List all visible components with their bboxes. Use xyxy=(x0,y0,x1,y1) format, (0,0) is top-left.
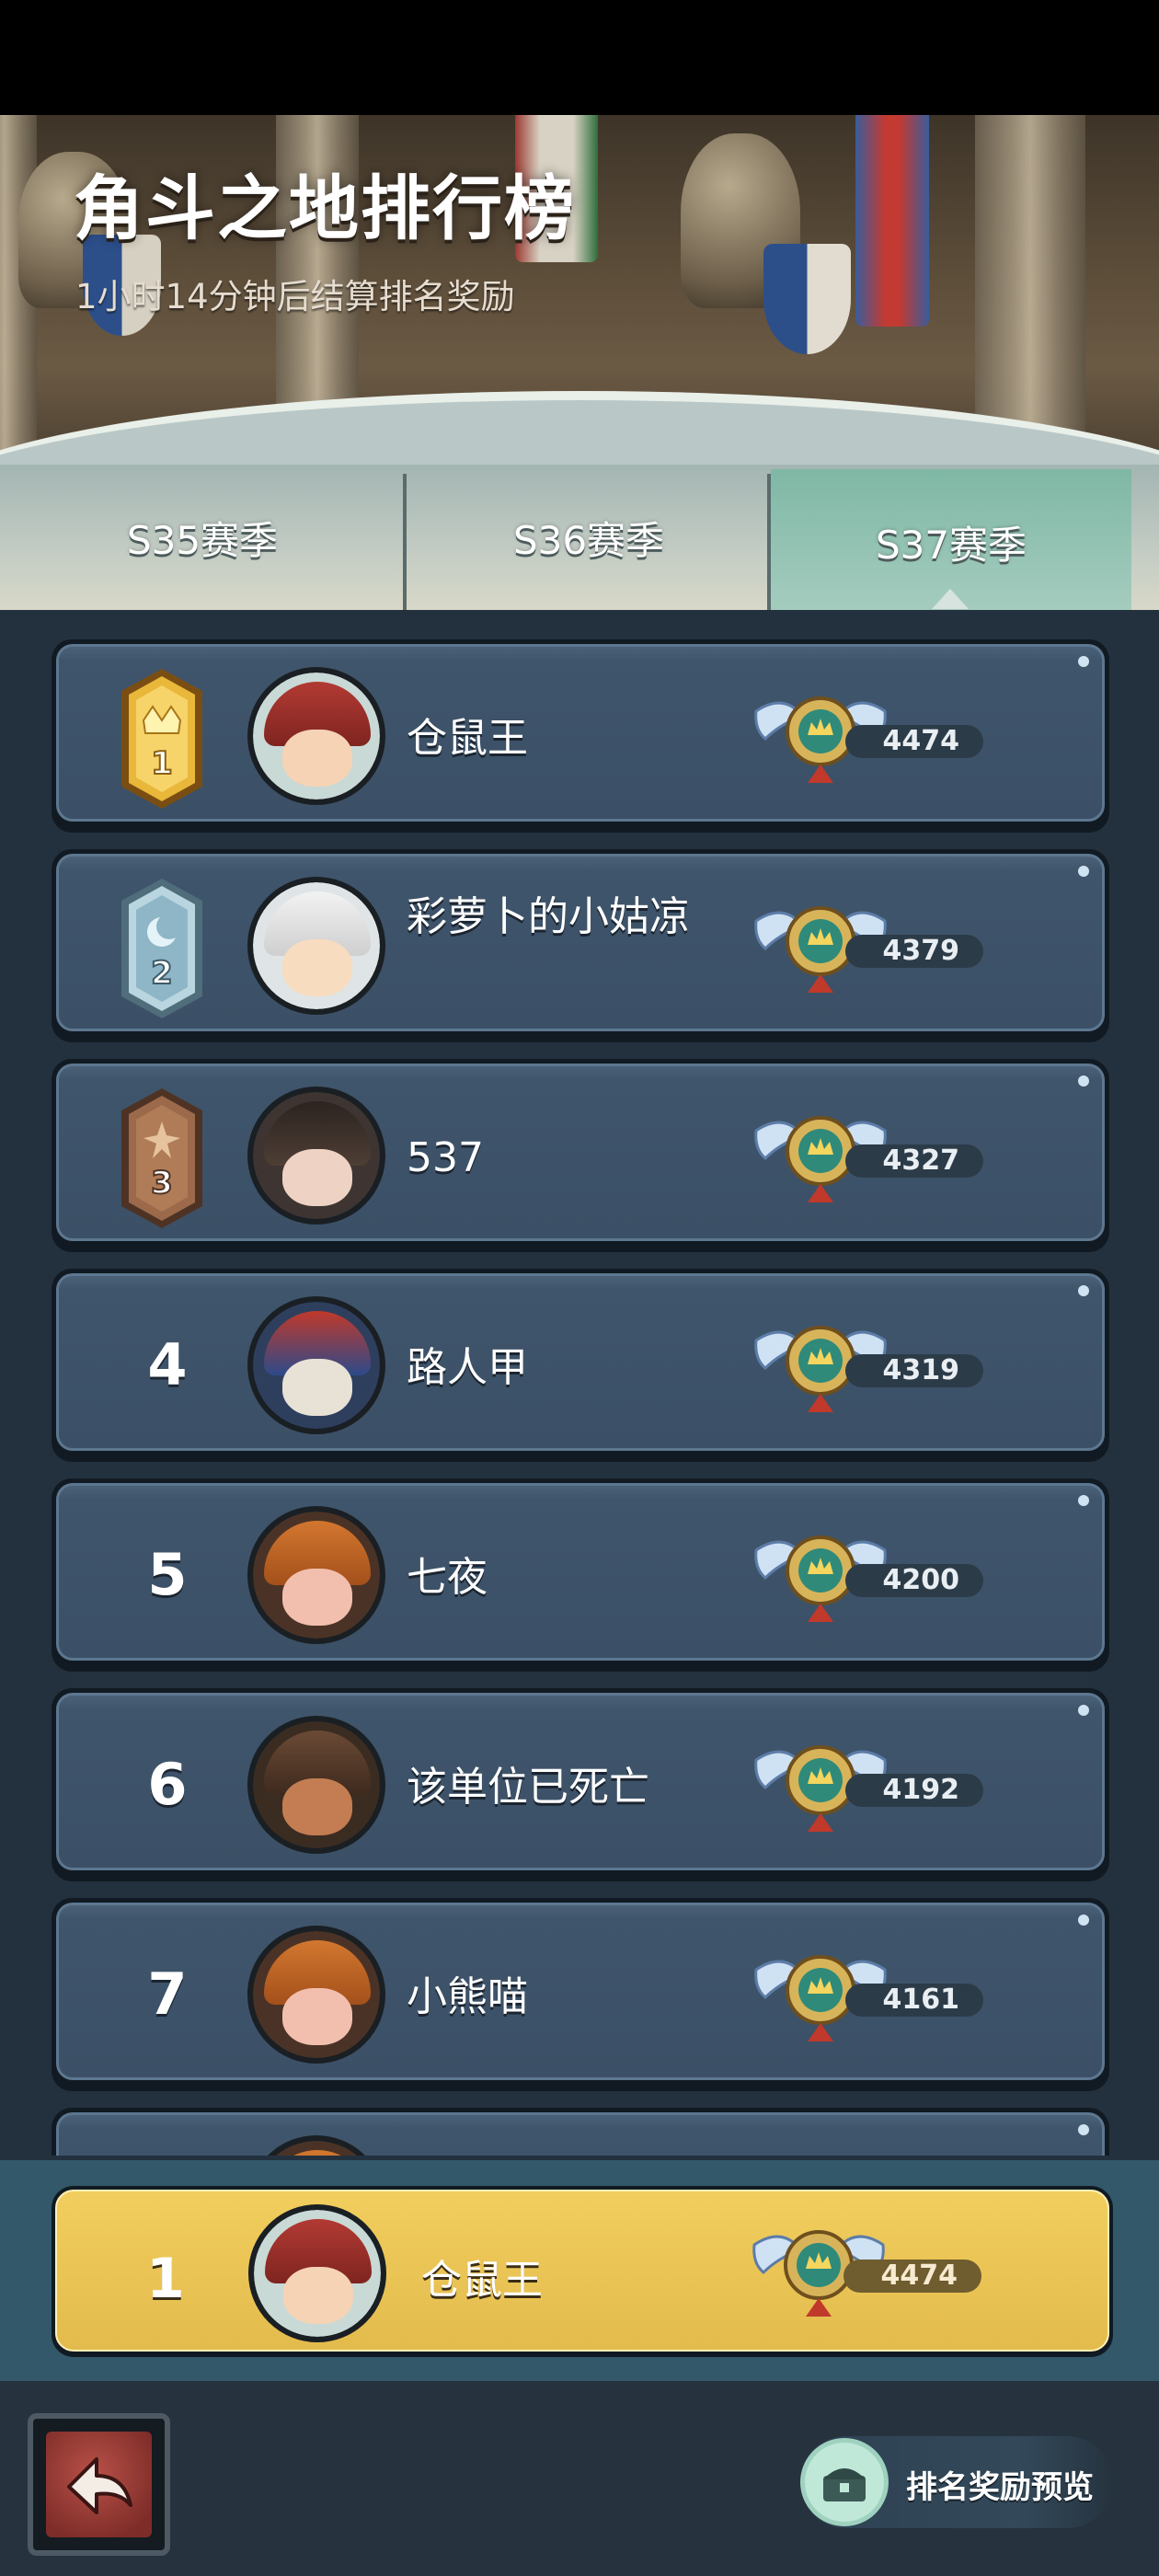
player-name: 七夜 xyxy=(407,1554,488,1601)
score-value: 4161 xyxy=(845,1984,983,2017)
row-panel: 6 该单位已死亡 4192 xyxy=(56,1693,1105,1870)
settlement-countdown: 1小时14分钟后结算排名奖励 xyxy=(75,277,515,316)
row-panel xyxy=(56,2112,1105,2156)
row-panel: 2 彩萝卜的小姑凉 4379 xyxy=(56,854,1105,1031)
corner-gem xyxy=(1078,1495,1089,1506)
score-value: 4192 xyxy=(845,1774,983,1807)
treasure-chest-icon xyxy=(800,2438,889,2526)
row-panel: 5 七夜 4200 xyxy=(56,1483,1105,1661)
bronze-rank-badge-icon: 3 xyxy=(121,1088,202,1228)
corner-gem xyxy=(1078,1915,1089,1926)
active-tab-indicator xyxy=(932,589,969,609)
row-panel: 1 仓鼠王 4474 xyxy=(56,644,1105,822)
back-button[interactable] xyxy=(28,2413,170,2556)
leaderboard-row[interactable]: 5 七夜 4200 xyxy=(52,1478,1109,1672)
avatar[interactable] xyxy=(247,877,385,1015)
tab-divider xyxy=(403,474,407,610)
my-rank-number: 1 xyxy=(146,2247,185,2311)
score-value: 4200 xyxy=(845,1564,983,1597)
season-tabs: S35赛季 S36赛季 S37赛季 xyxy=(0,465,1159,615)
score-value: 4474 xyxy=(845,725,983,758)
leaderboard-screen: 角斗之地排行榜 1小时14分钟后结算排名奖励 S35赛季 S36赛季 S37赛季… xyxy=(0,0,1159,2576)
rank-number: 1 xyxy=(151,745,173,782)
my-avatar[interactable] xyxy=(248,2204,386,2342)
tab-s36[interactable]: S36赛季 xyxy=(408,465,769,610)
corner-gem xyxy=(1078,866,1089,877)
score-value: 4379 xyxy=(845,935,983,968)
score-value: 4327 xyxy=(845,1144,983,1178)
bottom-bar: 排名奖励预览 xyxy=(0,2381,1159,2576)
leaderboard-list[interactable]: 1 仓鼠王 4474 2 彩萝卜的小姑凉 4379 3 537 4327 4 路… xyxy=(0,610,1159,2156)
avatar[interactable] xyxy=(247,1296,385,1434)
player-name: 仓鼠王 xyxy=(407,715,528,762)
back-button-face xyxy=(46,2432,152,2537)
corner-gem xyxy=(1078,1075,1089,1087)
avatar[interactable] xyxy=(247,1716,385,1854)
row-panel: 4 路人甲 4319 xyxy=(56,1273,1105,1451)
player-name: 路人甲 xyxy=(407,1344,528,1391)
silver-rank-badge-icon: 2 xyxy=(121,879,202,1018)
corner-gem xyxy=(1078,2124,1089,2135)
avatar[interactable] xyxy=(247,2135,385,2156)
leaderboard-row[interactable]: 3 537 4327 xyxy=(52,1059,1109,1252)
my-rank-row[interactable]: 1 仓鼠王 4474 xyxy=(52,2186,1113,2357)
status-bar xyxy=(0,0,1159,115)
leaderboard-row[interactable]: 4 路人甲 4319 xyxy=(52,1269,1109,1462)
corner-gem xyxy=(1078,1705,1089,1716)
player-name: 537 xyxy=(407,1134,484,1181)
my-player-name: 仓鼠王 xyxy=(421,2257,543,2304)
corner-gem xyxy=(1078,656,1089,667)
row-panel: 3 537 4327 xyxy=(56,1064,1105,1241)
avatar[interactable] xyxy=(247,667,385,805)
leaderboard-row[interactable]: 7 小熊喵 4161 xyxy=(52,1898,1109,2091)
score-value: 4319 xyxy=(845,1354,983,1387)
corner-gem xyxy=(1078,1285,1089,1296)
page-title: 角斗之地排行榜 xyxy=(74,167,576,249)
avatar[interactable] xyxy=(247,1506,385,1644)
leaderboard-row[interactable]: 2 彩萝卜的小姑凉 4379 xyxy=(52,849,1109,1042)
my-rank-panel: 1 仓鼠王 4474 xyxy=(0,2160,1159,2381)
rank-number: 2 xyxy=(151,955,173,992)
shield-decoration xyxy=(763,244,851,354)
player-name: 彩萝卜的小姑凉 xyxy=(407,893,690,940)
my-score-value: 4474 xyxy=(843,2260,981,2293)
rank-number: 6 xyxy=(147,1751,188,1818)
row-panel: 7 小熊喵 4161 xyxy=(56,1903,1105,2080)
leaderboard-row[interactable] xyxy=(52,2108,1109,2156)
leaderboard-row[interactable]: 1 仓鼠王 4474 xyxy=(52,639,1109,833)
reward-preview-label: 排名奖励预览 xyxy=(906,2469,1094,2506)
hanging-banner-decoration xyxy=(855,115,929,327)
rank-number: 7 xyxy=(147,1961,188,2028)
player-name: 小熊喵 xyxy=(407,1973,528,2020)
reward-preview-button[interactable]: 排名奖励预览 xyxy=(800,2436,1113,2528)
player-name: 该单位已死亡 xyxy=(407,1764,649,1811)
tab-s35[interactable]: S35赛季 xyxy=(0,465,405,610)
rank-number: 5 xyxy=(147,1541,188,1608)
back-arrow-icon xyxy=(67,2457,132,2514)
rank-number: 3 xyxy=(151,1165,173,1202)
avatar[interactable] xyxy=(247,1926,385,2064)
gold-rank-badge-icon: 1 xyxy=(121,669,202,809)
my-rank-row-panel: 1 仓鼠王 4474 xyxy=(55,2190,1109,2352)
rank-number: 4 xyxy=(147,1331,188,1398)
leaderboard-row[interactable]: 6 该单位已死亡 4192 xyxy=(52,1688,1109,1881)
avatar[interactable] xyxy=(247,1087,385,1225)
